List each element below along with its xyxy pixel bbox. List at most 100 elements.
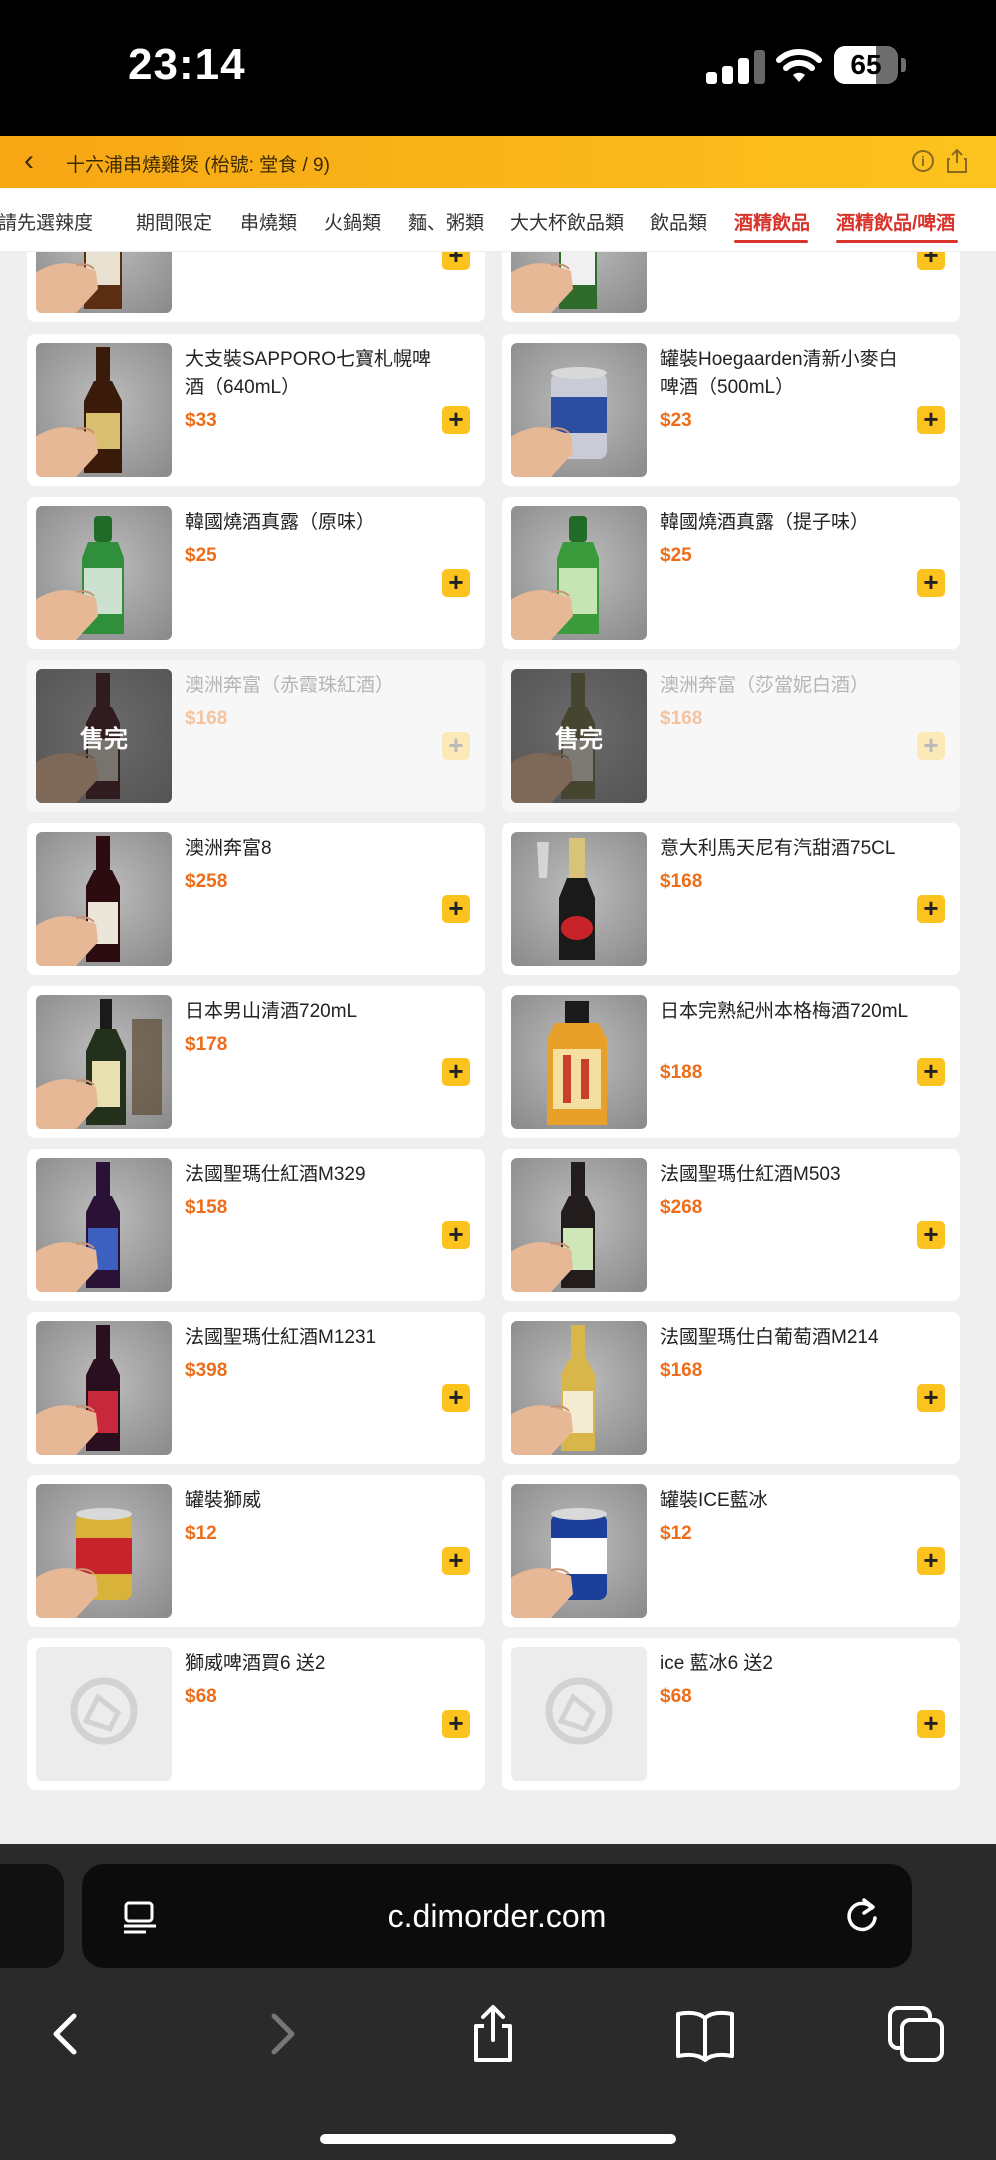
add-to-cart-button[interactable]: +: [917, 895, 945, 923]
product-image: [36, 1158, 172, 1292]
add-to-cart-button[interactable]: +: [917, 1710, 945, 1738]
product-name: 日本男山清酒720mL: [185, 1001, 358, 1022]
product-name: 法國聖瑪仕白葡萄酒M214: [660, 1327, 879, 1348]
product-name: ice 藍冰6 送2: [660, 1653, 773, 1674]
add-to-cart-button[interactable]: +: [442, 1710, 470, 1738]
product-card[interactable]: 法國聖瑪仕紅酒M503 $268 +: [502, 1149, 960, 1301]
tab-alcohol[interactable]: 酒精飲品: [734, 208, 810, 235]
product-price: $68: [185, 1686, 217, 1707]
product-price: $168: [660, 871, 703, 892]
product-card[interactable]: 大支裝SAPPORO七寶札幌啤酒（640mL） $33 +: [27, 334, 485, 486]
forward-arrow-icon[interactable]: [248, 2002, 318, 2066]
add-to-cart-button[interactable]: +: [917, 569, 945, 597]
product-card[interactable]: ice 藍冰6 送2 $68 +: [502, 1638, 960, 1790]
sold-out-badge: 售完: [511, 669, 647, 803]
product-name: 罐裝Hoegaarden清新小麥白啤酒（500mL）: [660, 349, 898, 398]
product-name: 澳洲奔富（赤霞珠紅酒）: [185, 675, 395, 696]
url-text: c.dimorder.com: [387, 1898, 607, 1934]
product-grid: $28+ $32+ 大支裝SAPPORO七寶札幌啤酒（640mL） $33 + 罐裝…: [0, 252, 996, 1844]
product-image: [511, 832, 647, 966]
product-image: [36, 832, 172, 966]
category-tabs: 請先選辣度 期間限定 串燒類 火鍋類 麵、粥類 大大杯飲品類 飲品類 酒精飲品 酒精飲品/啤酒: [0, 188, 996, 252]
product-card[interactable]: 澳洲奔富8 $258 +: [27, 823, 485, 975]
product-price: $25: [660, 545, 692, 566]
product-price: $168: [185, 708, 228, 729]
tab-noodles-congee[interactable]: 麵、粥類: [408, 208, 484, 235]
product-image: [36, 506, 172, 640]
reload-icon[interactable]: [842, 1896, 882, 1936]
product-card[interactable]: $32+: [502, 252, 960, 322]
product-card[interactable]: 售完 澳洲奔富（莎當妮白酒） $168 +: [502, 660, 960, 812]
product-name: 大支裝SAPPORO七寶札幌啤酒（640mL）: [185, 349, 431, 398]
product-card[interactable]: 法國聖瑪仕白葡萄酒M214 $168 +: [502, 1312, 960, 1464]
product-card[interactable]: 韓國燒酒真露（原味） $25 +: [27, 497, 485, 649]
add-to-cart-button[interactable]: +: [442, 1547, 470, 1575]
product-card[interactable]: 日本完熟紀州本格梅酒720mL $188 +: [502, 986, 960, 1138]
product-card[interactable]: $28+: [27, 252, 485, 322]
tabs-icon[interactable]: [882, 2002, 952, 2066]
product-card[interactable]: 售完 澳洲奔富（赤霞珠紅酒） $168 +: [27, 660, 485, 812]
tab-large-drinks[interactable]: 大大杯飲品類: [510, 208, 624, 235]
product-card[interactable]: 罐裝Hoegaarden清新小麥白啤酒（500mL） $23 +: [502, 334, 960, 486]
active-tab-underline: [836, 240, 958, 243]
tab-limited[interactable]: 期間限定: [136, 208, 212, 235]
product-price: $168: [660, 708, 703, 729]
tab-hotpot[interactable]: 火鍋類: [324, 208, 381, 235]
add-to-cart-button[interactable]: +: [917, 406, 945, 434]
product-image: [36, 1321, 172, 1455]
product-image: 售完: [511, 669, 647, 803]
product-name: 罐裝ICE藍冰: [660, 1490, 768, 1511]
tab-alcohol-beer[interactable]: 酒精飲品/啤酒: [836, 208, 955, 235]
product-image: [511, 995, 647, 1129]
product-image: [511, 1484, 647, 1618]
product-name: 罐裝獅威: [185, 1490, 262, 1511]
product-card[interactable]: 罐裝獅威 $12 +: [27, 1475, 485, 1627]
battery-icon: 65: [834, 46, 898, 84]
add-to-cart-button[interactable]: +: [917, 732, 945, 760]
add-to-cart-button[interactable]: +: [917, 1384, 945, 1412]
product-name: 法國聖瑪仕紅酒M1231: [185, 1327, 377, 1348]
previous-tab-preview[interactable]: [0, 1864, 64, 1968]
product-name: 法國聖瑪仕紅酒M329: [185, 1164, 366, 1185]
add-to-cart-button[interactable]: +: [917, 1547, 945, 1575]
add-to-cart-button[interactable]: +: [442, 732, 470, 760]
add-to-cart-button[interactable]: +: [442, 1221, 470, 1249]
share-sheet-icon[interactable]: [458, 2002, 528, 2066]
product-card[interactable]: 法國聖瑪仕紅酒M329 $158 +: [27, 1149, 485, 1301]
add-to-cart-button[interactable]: +: [442, 406, 470, 434]
add-to-cart-button[interactable]: +: [917, 1221, 945, 1249]
share-icon[interactable]: [946, 148, 968, 174]
product-price: $33: [185, 410, 217, 431]
back-button[interactable]: ‹: [24, 146, 56, 178]
product-image: [511, 1321, 647, 1455]
product-card[interactable]: 法國聖瑪仕紅酒M1231 $398 +: [27, 1312, 485, 1464]
wifi-icon: [776, 49, 822, 82]
back-arrow-icon[interactable]: [30, 2002, 100, 2066]
address-bar[interactable]: c.dimorder.com: [82, 1864, 912, 1968]
product-name: 澳洲奔富（莎當妮白酒）: [660, 675, 870, 696]
product-card[interactable]: 意大利馬天尼有汽甜酒75CL $168 +: [502, 823, 960, 975]
bookmarks-icon[interactable]: [670, 2002, 740, 2066]
product-image: [36, 343, 172, 477]
product-card[interactable]: 獅威啤酒買6 送2 $68 +: [27, 1638, 485, 1790]
product-image: [36, 252, 172, 313]
add-to-cart-button[interactable]: +: [442, 569, 470, 597]
add-to-cart-button[interactable]: +: [442, 252, 470, 270]
product-image: [511, 506, 647, 640]
product-name: 日本完熟紀州本格梅酒720mL: [660, 1001, 909, 1022]
product-price: $23: [660, 410, 692, 431]
add-to-cart-button[interactable]: +: [442, 1058, 470, 1086]
product-name: 獅威啤酒買6 送2: [185, 1653, 326, 1674]
tab-spicy-level[interactable]: 請先選辣度: [0, 208, 93, 235]
product-card[interactable]: 罐裝ICE藍冰 $12 +: [502, 1475, 960, 1627]
tab-drinks[interactable]: 飲品類: [650, 208, 707, 235]
add-to-cart-button[interactable]: +: [442, 1384, 470, 1412]
tab-skewers[interactable]: 串燒類: [240, 208, 297, 235]
add-to-cart-button[interactable]: +: [917, 1058, 945, 1086]
product-price: $68: [660, 1686, 692, 1707]
product-card[interactable]: 韓國燒酒真露（提子味） $25 +: [502, 497, 960, 649]
add-to-cart-button[interactable]: +: [917, 252, 945, 270]
product-card[interactable]: 日本男山清酒720mL $178 +: [27, 986, 485, 1138]
info-icon[interactable]: i: [912, 150, 934, 172]
add-to-cart-button[interactable]: +: [442, 895, 470, 923]
